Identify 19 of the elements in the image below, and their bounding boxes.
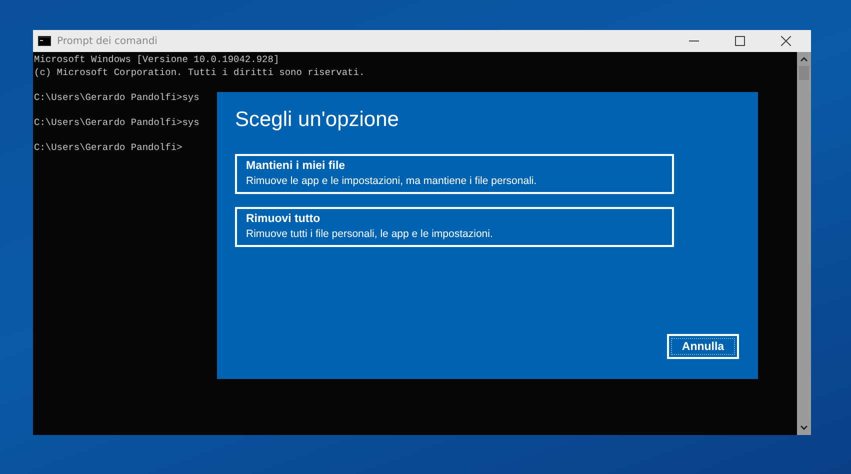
option-button[interactable]: Mantieni i miei file Rimuove le app e le impostazioni, ma mantiene i file personali. bbox=[235, 154, 674, 194]
close-icon[interactable] bbox=[781, 36, 791, 46]
window-title: Prompt dei comandi bbox=[57, 36, 158, 46]
maximize-icon[interactable] bbox=[735, 36, 745, 46]
console-icon bbox=[38, 36, 51, 46]
option-label: Mantieni i miei file bbox=[246, 159, 346, 174]
console-line: (c) Microsoft Corporation. Tutti i diritti sono riservati. bbox=[34, 66, 365, 80]
console-line: C:\Users\Gerardo Pandolfi>sys bbox=[34, 116, 200, 130]
option-description: Rimuove le app e le impostazioni, ma mantiene i file personali. bbox=[246, 174, 538, 188]
dialog-title: Scegli un'opzione bbox=[235, 108, 400, 132]
scroll-up-icon[interactable] bbox=[800, 56, 808, 62]
option-description: Rimuove tutti i file personali, le app e le impostazioni. bbox=[246, 227, 494, 241]
console-line: Microsoft Windows [Versione 10.0.19042.928] bbox=[34, 54, 280, 67]
option-button[interactable]: Rimuovi tutto Rimuove tutti i file personali, le app e le impostazioni. bbox=[235, 207, 674, 247]
console-line: C:\Users\Gerardo Pandolfi>sys bbox=[34, 92, 200, 104]
option-label: Rimuovi tutto bbox=[246, 212, 322, 227]
console-line: C:\Users\Gerardo Pandolfi> bbox=[34, 142, 182, 155]
scroll-down-icon[interactable] bbox=[800, 425, 808, 431]
cancel-button[interactable]: Annulla bbox=[667, 334, 739, 359]
